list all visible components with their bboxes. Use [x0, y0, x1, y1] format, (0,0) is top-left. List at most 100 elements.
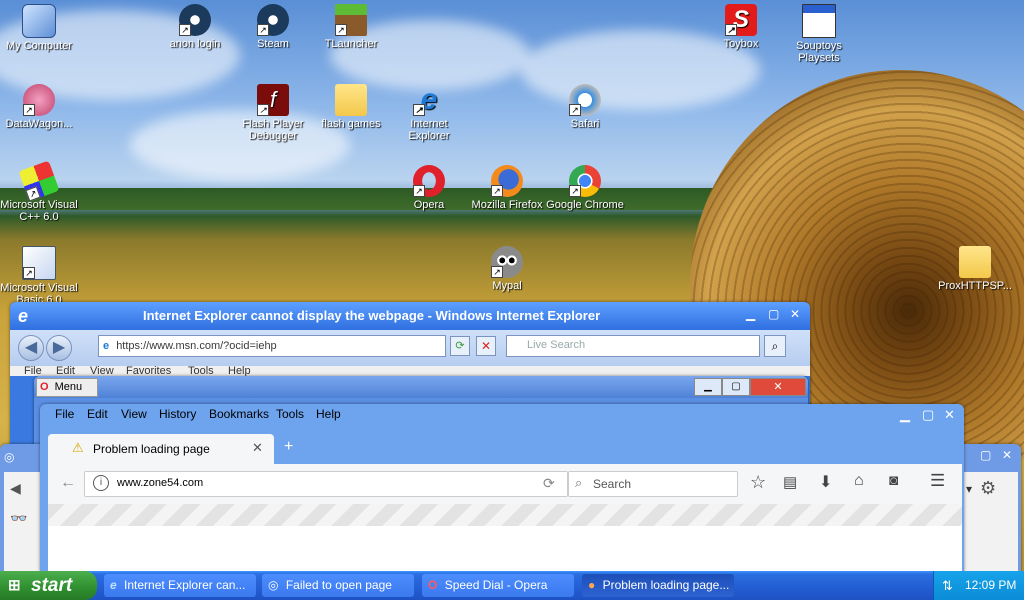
desktop-icon-proxhttpsp[interactable]: ProxHTTPSP... [936, 246, 1014, 292]
ie-menu-help[interactable]: Help [228, 366, 251, 376]
desktop-icon-label: Flash Player Debugger [242, 118, 304, 142]
chrome-icon: ◎ [268, 578, 279, 592]
desktop-icon-label: DataWagon... [5, 118, 73, 130]
ie-menu-file[interactable]: File [24, 366, 42, 376]
ie-menu-view[interactable]: View [90, 366, 114, 376]
taskbar-item-opera[interactable]: O Speed Dial - Opera [422, 574, 574, 597]
minimize-icon[interactable]: ▁ [694, 378, 722, 396]
ie-address-bar[interactable]: e https://www.msn.com/?ocid=iehp [98, 335, 446, 357]
ff-menu-view[interactable]: View [121, 407, 147, 421]
desktop-icon-flash-player[interactable]: f ↗ Flash Player Debugger [234, 84, 312, 142]
taskbar: ⊞ start e Internet Explorer can... ◎ Fai… [0, 571, 1024, 600]
reload-icon[interactable]: ⟳ [543, 475, 555, 492]
desktop-icon-toybox[interactable]: S ↗ Toybox [702, 4, 780, 50]
download-icon[interactable]: ⬇ [819, 472, 832, 492]
ff-menu-edit[interactable]: Edit [87, 407, 108, 421]
stop-icon[interactable]: ✕ [476, 336, 496, 356]
tree-line [0, 188, 760, 210]
desktop-icon-firefox[interactable]: ↗ Mozilla Firefox [468, 165, 546, 211]
ie-search-placeholder: Live Search [527, 339, 586, 351]
desktop-icon-label: ProxHTTPSP... [938, 280, 1012, 292]
ff-menu-file[interactable]: File [55, 407, 74, 421]
bookmark-star-icon[interactable]: ☆ [750, 472, 766, 493]
desktop-icon-label: Mozilla Firefox [471, 199, 543, 211]
datawagon-icon: ↗ [23, 84, 55, 116]
desktop-icon-internet-explorer[interactable]: e ↗ Internet Explorer [390, 84, 468, 143]
ff-menu-tools[interactable]: Tools [276, 407, 304, 421]
close-icon[interactable]: ✕ [790, 307, 800, 321]
desktop-icon-souptoys[interactable]: Souptoys Playsets [780, 4, 858, 64]
desktop-icon-mypal[interactable]: ↗ Mypal [468, 246, 546, 292]
search-icon[interactable]: ⌕ [764, 335, 786, 357]
firefox-search-placeholder: Search [593, 477, 632, 491]
ie-title-bar[interactable]: e Internet Explorer cannot display the w… [10, 302, 810, 330]
taskbar-item-firefox[interactable]: ● Problem loading page... [582, 574, 734, 597]
desktop-icon-label: flash games [321, 118, 381, 130]
close-icon[interactable]: ✕ [944, 407, 955, 423]
maximize-icon[interactable]: ▢ [980, 448, 991, 462]
info-icon[interactable]: i [93, 475, 109, 491]
desktop-icon-label: Google Chrome [546, 199, 624, 211]
back-icon[interactable]: ← [60, 474, 76, 492]
opera-menu-button[interactable]: O Menu [36, 378, 98, 397]
internet-explorer-icon: e [103, 340, 110, 352]
steam-icon: ↗ [257, 4, 289, 36]
raccoon-icon: ↗ [491, 246, 523, 278]
ie-menu-tools[interactable]: Tools [188, 366, 214, 376]
chevron-down-icon[interactable]: ▾ [966, 482, 972, 496]
desktop-icon-my-computer[interactable]: My Computer [0, 4, 78, 52]
maximize-icon[interactable]: ▢ [922, 407, 934, 423]
desktop-icon-anon-login[interactable]: ↗ anon login [156, 4, 234, 50]
firefox-url-bar[interactable]: i www.zone54.com ⟳ [84, 471, 568, 497]
start-button[interactable]: ⊞ start [0, 571, 97, 600]
close-icon[interactable]: ✕ [750, 378, 806, 396]
computer-icon [22, 4, 56, 38]
firefox-tab[interactable]: ⚠ Problem loading page ✕ [48, 434, 274, 464]
forward-button[interactable]: ▶ [46, 335, 72, 361]
desktop-icon-label: My Computer [5, 40, 73, 52]
compass-icon: ↗ [569, 84, 601, 116]
desktop-icon-tlauncher[interactable]: ↗ TLauncher [312, 4, 390, 50]
folder-icon [959, 246, 991, 278]
opera-title-bar[interactable]: O Menu ▁ ▢ ✕ [34, 376, 808, 398]
home-icon[interactable]: ⌂ [854, 472, 864, 490]
back-icon[interactable]: ◀ [10, 480, 21, 497]
taskbar-item-chrome[interactable]: ◎ Failed to open page [262, 574, 414, 597]
firefox-nav-bar: ← i www.zone54.com ⟳ ⌕ Search ☆ ▤ ⬇ ⌂ ◙ … [48, 464, 962, 504]
minimize-icon[interactable]: ▁ [900, 407, 910, 423]
desktop-icon-safari[interactable]: ↗ Safari [546, 84, 624, 130]
desktop-icon-chrome[interactable]: ↗ Google Chrome [546, 165, 624, 211]
pocket-icon[interactable]: ◙ [889, 472, 898, 489]
close-tab-icon[interactable]: ✕ [252, 440, 263, 456]
ie-menu-edit[interactable]: Edit [56, 366, 75, 376]
ie-menu-favorites[interactable]: Favorites [126, 366, 171, 376]
desktop-icon-opera[interactable]: ↗ Opera [390, 165, 468, 211]
maximize-icon[interactable]: ▢ [722, 378, 750, 396]
reading-list-icon[interactable]: ▤ [783, 473, 797, 491]
desktop-icon-visual-cpp[interactable]: ↗ Microsoft Visual C++ 6.0 [0, 160, 78, 223]
back-button[interactable]: ◀ [18, 335, 44, 361]
ff-menu-bookmarks[interactable]: Bookmarks [209, 407, 269, 421]
new-tab-icon[interactable]: + [284, 438, 293, 456]
desktop-icon-flash-games[interactable]: flash games [312, 84, 390, 130]
chrome-icon: ↗ [569, 165, 601, 197]
network-icon[interactable]: ⇅ [942, 571, 953, 600]
clock[interactable]: 12:09 PM [965, 571, 1016, 600]
desktop-icon-steam[interactable]: ↗ Steam [234, 4, 312, 50]
ie-search-box[interactable]: Live Search [506, 335, 760, 357]
ff-menu-history[interactable]: History [159, 407, 196, 421]
firefox-search-box[interactable]: ⌕ Search [568, 471, 738, 497]
desktop-icon-label: anon login [169, 38, 221, 50]
taskbar-item-ie[interactable]: e Internet Explorer can... [104, 574, 256, 597]
refresh-icon[interactable]: ⟳ [450, 336, 470, 356]
maximize-icon[interactable]: ▢ [768, 307, 779, 321]
desktop-icon-label: Microsoft Visual C++ 6.0 [0, 199, 78, 223]
steam-icon: ↗ [179, 4, 211, 36]
hamburger-menu-icon[interactable]: ☰ [930, 471, 945, 491]
gear-icon[interactable]: ⚙ [980, 478, 996, 499]
close-icon[interactable]: ✕ [1002, 448, 1012, 462]
minimize-icon[interactable]: ▁ [746, 307, 755, 321]
desktop-icon-datawagon[interactable]: ↗ DataWagon... [0, 84, 78, 130]
ff-menu-help[interactable]: Help [316, 407, 341, 421]
desktop-icon-visual-basic[interactable]: ↗ Microsoft Visual Basic 6.0 [0, 246, 78, 306]
